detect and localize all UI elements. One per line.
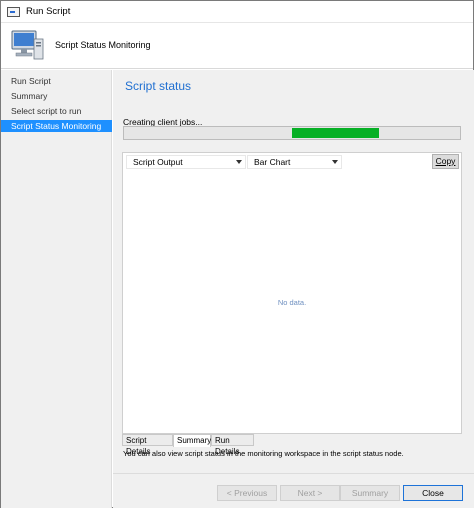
window-title: Run Script — [26, 6, 71, 17]
script-output-select-value: Script Output — [133, 157, 183, 167]
run-script-window: Run Script Script Status Monitoring Run … — [0, 0, 474, 508]
wizard-footer: < Previous Next > Summary Close — [113, 473, 474, 508]
empty-state-text: No data. — [277, 298, 307, 307]
chevron-down-icon — [236, 160, 242, 164]
chart-type-select-value: Bar Chart — [254, 157, 291, 167]
tab-script-details[interactable]: Script Details — [122, 434, 173, 456]
sidebar-item-summary[interactable]: Summary — [1, 90, 112, 102]
main-content: Script status Creating client jobs... Sc… — [113, 70, 474, 508]
chart-type-select[interactable]: Bar Chart — [247, 155, 342, 169]
info-text: You can also view script status in the m… — [123, 449, 404, 458]
window-app-icon — [7, 7, 20, 17]
sidebar-item-select-script[interactable]: Select script to run — [1, 105, 112, 117]
script-output-select[interactable]: Script Output — [126, 155, 246, 169]
computer-monitor-icon — [11, 30, 44, 60]
copy-button-label: Copy — [435, 156, 456, 166]
title-bar: Run Script — [1, 1, 473, 23]
previous-button[interactable]: < Previous — [217, 485, 277, 501]
tab-summary[interactable]: Summary — [173, 434, 211, 447]
sidebar-item-script-status-monitoring[interactable]: Script Status Monitoring — [1, 120, 112, 132]
page-title: Script status — [125, 79, 192, 93]
wizard-header: Script Status Monitoring — [1, 23, 473, 69]
copy-button[interactable]: Copy — [432, 154, 459, 169]
tab-run-details[interactable]: Run Details — [211, 434, 254, 456]
header-title: Script Status Monitoring — [55, 40, 151, 50]
progress-indicator — [292, 128, 379, 138]
chevron-down-icon — [332, 160, 338, 164]
progress-bar — [123, 126, 461, 140]
sidebar-item-run-script[interactable]: Run Script — [1, 75, 112, 87]
results-panel: Script Output Bar Chart Copy No data. — [122, 152, 462, 434]
close-button[interactable]: Close — [403, 485, 463, 501]
summary-button[interactable]: Summary — [340, 485, 400, 501]
next-button[interactable]: Next > — [280, 485, 340, 501]
wizard-sidebar: Run Script Summary Select script to run … — [1, 70, 112, 508]
